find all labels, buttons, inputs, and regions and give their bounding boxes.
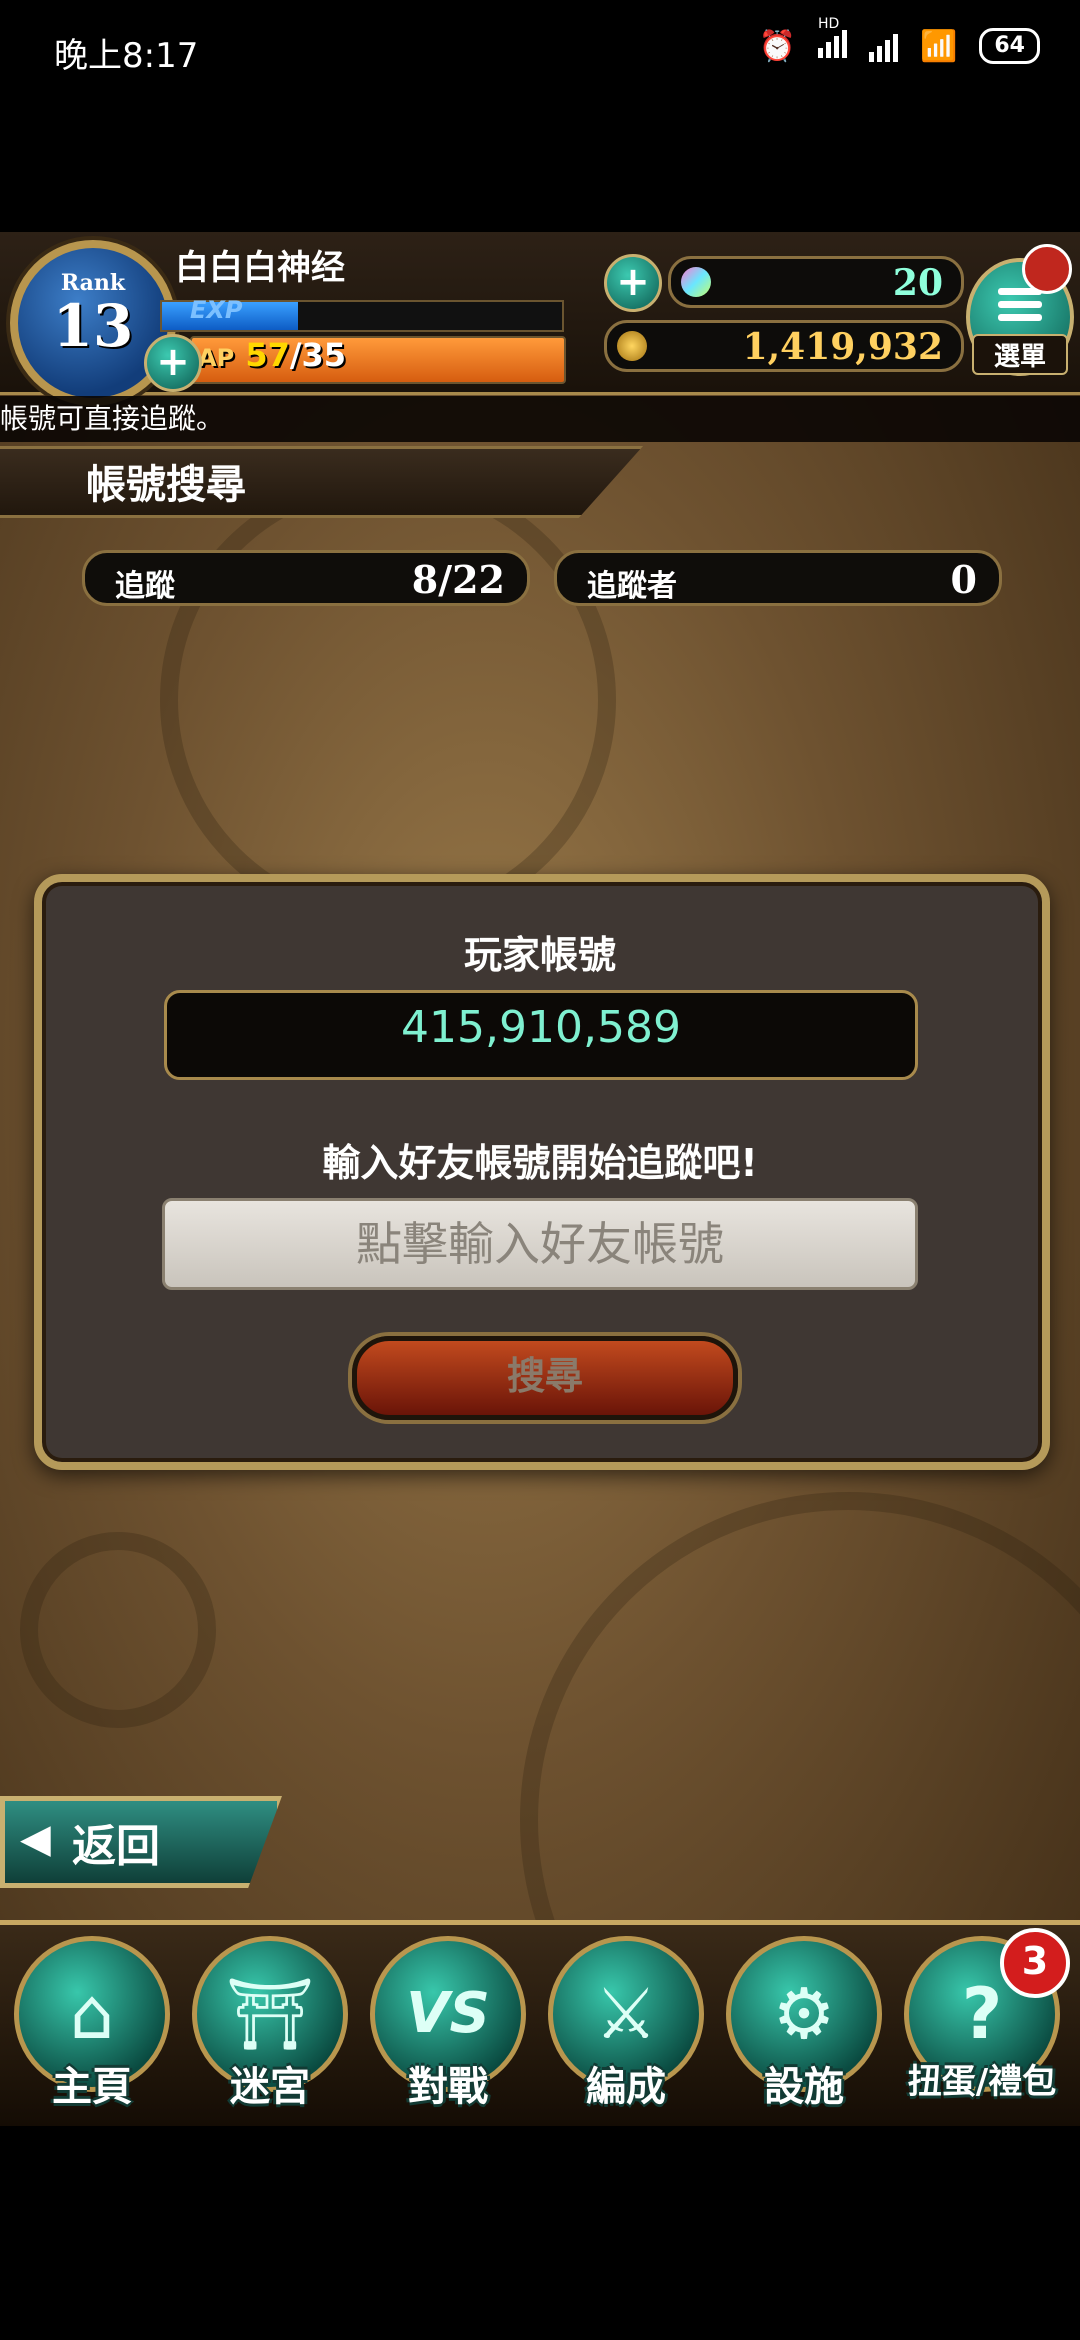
nav-label: 迷宮 (230, 2064, 310, 2110)
nav-formation[interactable]: ⚔ 編成 (544, 1936, 708, 2116)
follower-count: 追蹤者 0 (554, 550, 1002, 606)
wifi-icon: 📶 (920, 28, 958, 64)
status-bar: 晚上8:17 ⏰ HD 📶 64 (0, 0, 1080, 100)
account-id: 415,910,589 (401, 1002, 681, 1053)
following-count: 追蹤 8/22 (82, 550, 530, 606)
player-name: 白白白神经 (175, 248, 345, 288)
nav-label: 主頁 (52, 2064, 132, 2110)
alarm-icon: ⏰ (758, 28, 797, 64)
signal-icon: HD (818, 16, 848, 66)
nav-label: 設施 (764, 2064, 844, 2110)
gold-value: 1,419,932 (742, 326, 943, 368)
gold-coin-icon (617, 331, 647, 361)
back-label: 返回 (72, 1821, 160, 1872)
dialog-title: 玩家帳號 (463, 933, 616, 977)
follower-label: 追蹤者 (587, 569, 677, 604)
add-gems-button[interactable]: + (604, 254, 662, 312)
bottom-bar (0, 2126, 1080, 2340)
battery-icon: 64 (979, 28, 1040, 64)
ap-current: 57 (245, 336, 290, 374)
friend-id-input[interactable] (162, 1198, 918, 1290)
following-value: 8/22 (411, 557, 505, 602)
gem-value: 20 (892, 262, 943, 304)
ap-label: AP (198, 344, 235, 372)
nav-dungeon[interactable]: ⛩ 迷宮 (188, 1936, 352, 2116)
camera-icon[interactable] (1022, 244, 1072, 294)
exp-label: EXP (190, 296, 243, 324)
hamburger-icon (998, 288, 1042, 321)
search-button[interactable]: 搜尋 (352, 1336, 738, 1420)
feather-gem-icon (681, 267, 711, 297)
ap-readout: AP 57/35 (198, 336, 346, 374)
nav-battle[interactable]: VS 對戰 (366, 1936, 530, 2116)
section-title: 帳號搜尋 (86, 462, 246, 508)
status-time: 晚上8:17 (54, 36, 199, 76)
news-ticker: 帳號可直接追蹤。 (0, 396, 1080, 442)
rank-value: 13 (52, 292, 134, 360)
hd-label: HD (818, 16, 840, 32)
add-ap-button[interactable]: + (144, 334, 202, 392)
nav-facility[interactable]: ⚙ 設施 (722, 1936, 886, 2116)
nav-label: 扭蛋/禮包 (907, 2062, 1057, 2102)
ap-max: /35 (289, 336, 347, 374)
menu-label: 選單 (972, 334, 1068, 375)
following-label: 追蹤 (115, 569, 175, 604)
nav-home[interactable]: ⌂ 主頁 (10, 1936, 174, 2116)
back-arrow-icon: ◀ (20, 1816, 51, 1862)
notification-badge: 3 (1000, 1928, 1070, 1998)
gold-counter: 1,419,932 (604, 320, 964, 372)
signal-icon (869, 30, 899, 62)
nav-label: 編成 (586, 2064, 666, 2110)
gem-counter: 20 (668, 256, 964, 308)
follow-prompt: 輸入好友帳號開始追蹤吧! (322, 1141, 758, 1185)
follower-value: 0 (950, 557, 977, 602)
status-icons: ⏰ HD 📶 64 (758, 16, 1040, 66)
nav-label: 對戰 (408, 2064, 488, 2110)
